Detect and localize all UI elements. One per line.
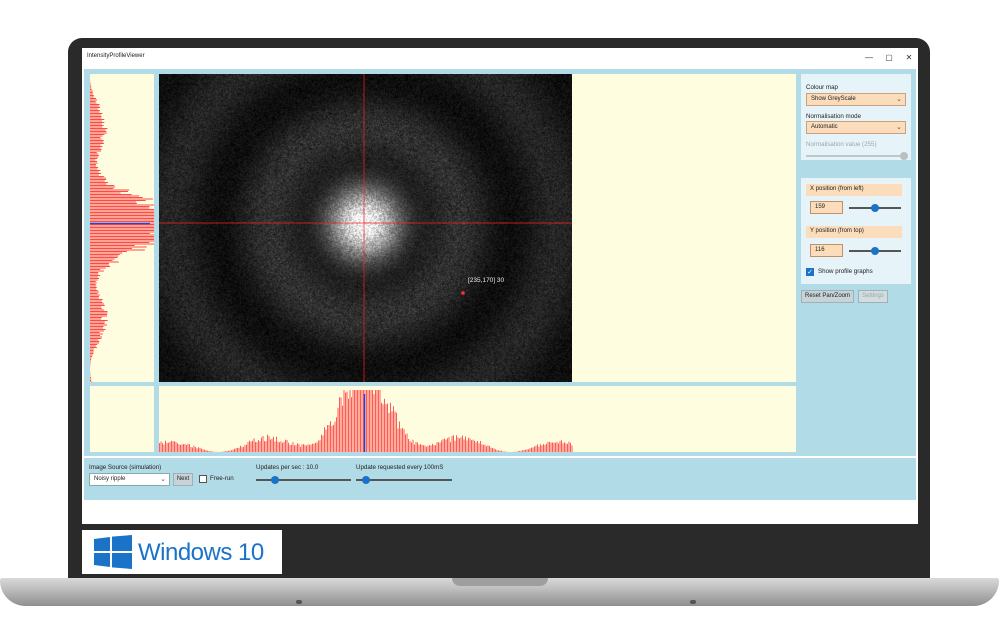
slider-track (806, 155, 904, 157)
image-source-select[interactable]: Noisy ripple ⌄ (89, 473, 170, 486)
chevron-down-icon: ⌄ (896, 96, 902, 103)
free-run-checkbox[interactable] (199, 475, 207, 483)
slider-thumb[interactable] (871, 247, 879, 255)
y-position-label: Y position (from top) (806, 226, 902, 238)
y-position-input[interactable]: 116 (810, 244, 843, 257)
vertical-profile-bars (90, 74, 154, 383)
normalisation-value-slider[interactable] (806, 151, 908, 161)
next-button[interactable]: Next (173, 473, 193, 486)
reset-pan-zoom-button[interactable]: Reset Pan/Zoom (801, 290, 854, 303)
title-bar: IntensityProfileViewer — ▢ ✕ (82, 48, 918, 68)
marker-dot (461, 291, 465, 295)
normalisation-mode-label: Normalisation mode (806, 113, 862, 120)
x-position-label: X position (from left) (806, 184, 902, 196)
chevron-down-icon: ⌄ (896, 124, 902, 131)
slider-thumb[interactable] (361, 476, 370, 484)
y-position-slider[interactable] (849, 246, 901, 256)
slider-track (356, 479, 452, 481)
update-interval-label: Update requested every 100mS (356, 464, 444, 471)
close-button[interactable]: ✕ (900, 51, 918, 65)
chevron-down-icon: ⌄ (160, 476, 166, 483)
slider-thumb[interactable] (271, 476, 279, 484)
colour-map-label: Colour map (806, 84, 838, 91)
colour-map-value: Show GreyScale (811, 96, 856, 102)
image-source-label: Image Source (simulation) (89, 464, 162, 471)
minimize-button[interactable]: — (860, 51, 878, 65)
show-profile-checkbox[interactable]: ✓ (806, 268, 814, 276)
settings-button[interactable]: Settings (858, 290, 888, 303)
slider-thumb[interactable] (900, 152, 908, 160)
bottom-control-bar: Image Source (simulation) Noisy ripple ⌄… (84, 458, 916, 500)
updates-per-sec-label: Updates per sec : 10.0 (256, 464, 319, 471)
show-profile-label: Show profile graphs (818, 268, 873, 275)
normalisation-mode-value: Automatic (811, 124, 838, 130)
colour-map-select[interactable]: Show GreyScale ⌄ (806, 93, 906, 106)
windows-10-label: Windows 10 (138, 539, 264, 566)
image-source-value: Noisy ripple (94, 476, 126, 482)
horizontal-profile-bars (159, 390, 573, 452)
x-position-slider[interactable] (849, 203, 901, 213)
windows-logo-icon (94, 535, 132, 569)
app-window: IntensityProfileViewer — ▢ ✕ [235,170] 3… (82, 48, 918, 524)
maximize-button[interactable]: ▢ (880, 51, 898, 65)
x-position-input[interactable]: 159 (810, 201, 843, 214)
laptop-foot (690, 600, 696, 604)
updates-per-sec-slider[interactable] (256, 475, 351, 485)
windows-10-badge: Windows 10 (82, 530, 282, 574)
crosshair-overlay (159, 74, 572, 382)
update-interval-slider[interactable] (356, 475, 452, 485)
laptop-foot (296, 600, 302, 604)
intensity-image[interactable]: [235,170] 30 (159, 74, 572, 382)
position-settings-group: X position (from left) 159 Y position (f… (801, 178, 911, 284)
vertical-profile-graph (90, 74, 154, 383)
image-background (572, 74, 796, 382)
normalisation-value-label: Normalisation value (255) (806, 141, 877, 148)
free-run-label: Free-run (210, 475, 234, 482)
horizontal-profile-graph (159, 386, 796, 452)
horizontal-profile-plot (159, 390, 573, 452)
screenshot: IntensityProfileViewer — ▢ ✕ [235,170] 3… (0, 0, 999, 640)
vertical-profile-plot (90, 74, 154, 383)
normalisation-mode-select[interactable]: Automatic ⌄ (806, 121, 906, 134)
corner-blank (90, 386, 154, 452)
laptop-notch (452, 578, 548, 586)
marker-label: [235,170] 30 (468, 277, 505, 284)
slider-thumb[interactable] (871, 204, 879, 212)
window-title: IntensityProfileViewer (87, 53, 145, 59)
display-settings-group: Colour map Show GreyScale ⌄ Normalisatio… (801, 74, 911, 160)
